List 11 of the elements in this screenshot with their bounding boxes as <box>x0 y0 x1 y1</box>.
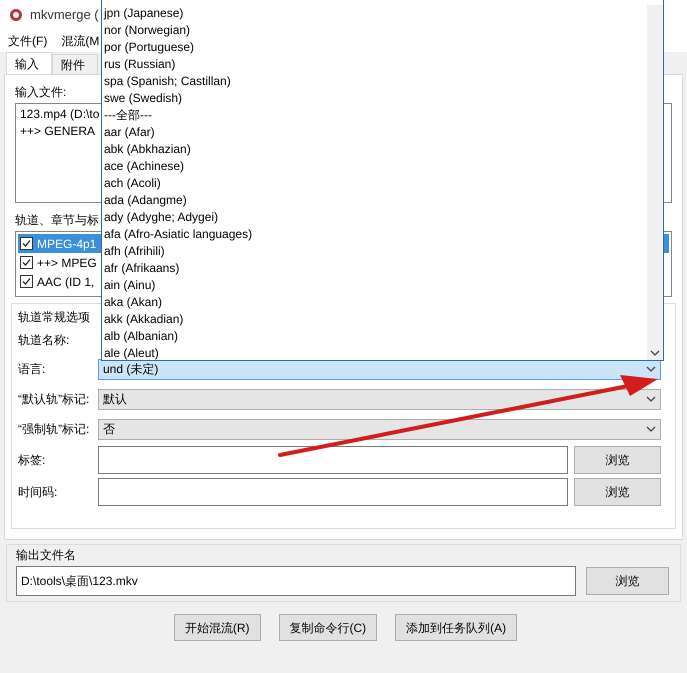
group-title: 输出文件名 <box>16 547 76 562</box>
field-label: 语言: <box>18 361 46 378</box>
section-label: 轨道、章节与标 <box>15 212 99 227</box>
field-label: “强制轨”标记: <box>18 421 90 438</box>
group-title: 轨道常规选项 <box>18 309 90 326</box>
field-label: “默认轨”标记: <box>18 391 90 408</box>
field-label: 轨道名称: <box>18 332 70 349</box>
section-label: 输入文件: <box>15 84 66 99</box>
field-label: 时间码: <box>18 484 58 501</box>
field-label: 标签: <box>18 452 46 469</box>
window-title: mkvmerge ( <box>30 6 99 24</box>
